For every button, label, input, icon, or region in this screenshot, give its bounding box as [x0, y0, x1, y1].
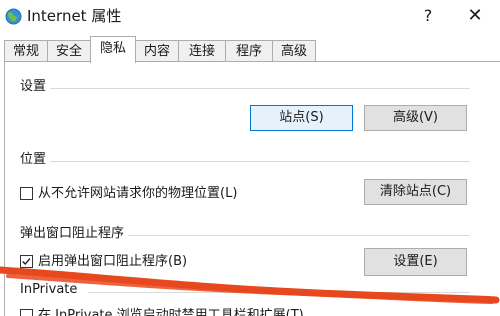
tab-content[interactable]: 内容	[135, 40, 179, 61]
tab-privacy[interactable]: 隐私	[90, 36, 136, 63]
tab-connections[interactable]: 连接	[178, 40, 226, 61]
help-button[interactable]: ?	[416, 4, 440, 28]
location-checkbox[interactable]	[20, 187, 33, 200]
close-button[interactable]: ✕	[458, 2, 492, 30]
popup-blocker-divider	[128, 235, 470, 236]
inprivate-checkbox[interactable]	[20, 309, 33, 316]
location-checkbox-label: 从不允许网站请求你的物理位置(L)	[38, 186, 238, 201]
inprivate-checkbox-label: 在 InPrivate 浏览启动时禁用工具栏和扩展(T)	[38, 308, 304, 316]
location-checkbox-row[interactable]: 从不允许网站请求你的物理位置(L)	[20, 185, 340, 203]
popup-blocker-heading: 弹出窗口阻止程序	[20, 226, 125, 241]
popup-blocker-checkbox-label: 启用弹出窗口阻止程序(B)	[38, 254, 188, 269]
location-divider	[50, 161, 470, 162]
settings-heading: 设置	[20, 79, 47, 94]
tab-programs[interactable]: 程序	[225, 40, 273, 61]
inprivate-checkbox-row[interactable]: 在 InPrivate 浏览启动时禁用工具栏和扩展(T)	[20, 307, 460, 316]
popup-settings-button[interactable]: 设置(E)	[364, 248, 467, 276]
tab-strip: 常规 安全 隐私 内容 连接 程序 高级	[0, 36, 500, 63]
title-bar: Internet 属性 ? ✕	[0, 0, 500, 34]
tab-security[interactable]: 安全	[47, 40, 91, 61]
inprivate-divider	[88, 292, 470, 293]
popup-blocker-checkbox[interactable]	[20, 255, 33, 268]
advanced-button[interactable]: 高级(V)	[364, 105, 467, 131]
window-title: Internet 属性	[27, 7, 122, 25]
checkmark-icon	[22, 258, 31, 266]
sites-button[interactable]: 站点(S)	[250, 105, 353, 131]
clear-sites-button[interactable]: 清除站点(C)	[364, 179, 467, 205]
settings-divider	[50, 88, 470, 89]
globe-icon	[5, 8, 22, 25]
inprivate-heading: InPrivate	[20, 282, 78, 297]
popup-blocker-checkbox-row[interactable]: 启用弹出窗口阻止程序(B)	[20, 253, 260, 271]
tab-general[interactable]: 常规	[4, 40, 48, 61]
location-heading: 位置	[20, 152, 47, 167]
tab-advanced[interactable]: 高级	[272, 40, 316, 61]
internet-properties-dialog: Internet 属性 ? ✕ 常规 安全 隐私 内容 连接 程序 高级 设置 …	[0, 0, 500, 316]
